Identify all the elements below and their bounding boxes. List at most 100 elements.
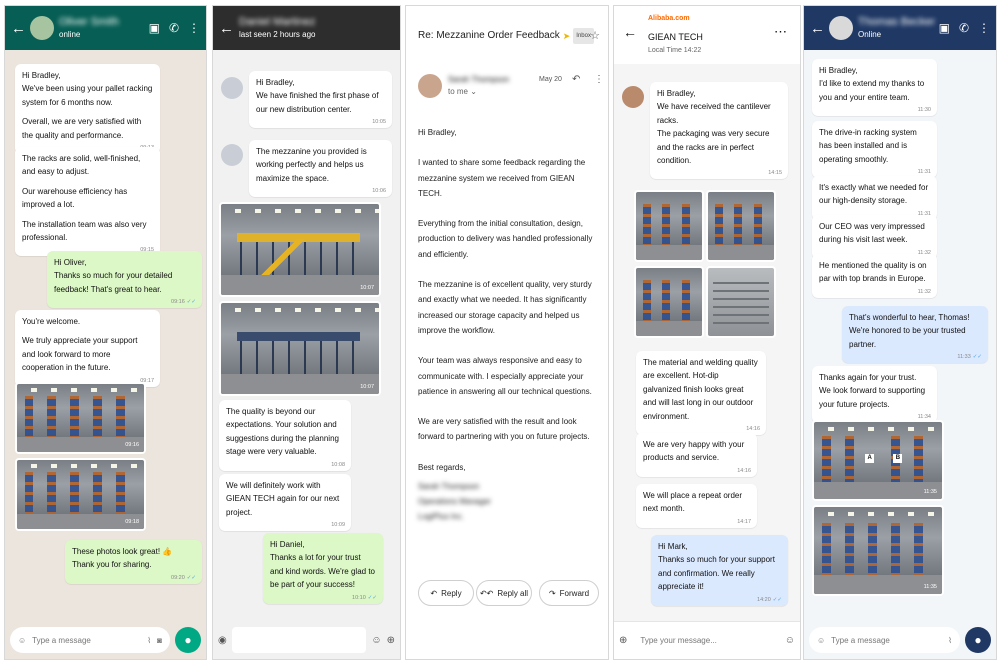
message-bubble-outgoing[interactable]: These photos look great! 👍 Thank you for… [65, 540, 202, 584]
phone-icon[interactable]: ✆ [169, 21, 179, 35]
message-input[interactable] [231, 627, 367, 653]
message-input[interactable]: ☺ Type a message ⌇ ◙ [10, 627, 170, 653]
contact-name: Thomas Becker [858, 16, 936, 28]
message-bubble[interactable]: Our CEO was very impressed during his vi… [812, 215, 937, 259]
message-bubble[interactable]: You're welcome. We truly appreciate your… [15, 310, 160, 387]
message-time: 14:17 [737, 518, 751, 525]
star-icon[interactable]: ☆ [590, 29, 600, 42]
photo-message[interactable]: 09:16 [15, 382, 146, 454]
message-bubble[interactable]: We are very happy with your products and… [636, 433, 757, 477]
photo-message[interactable] [634, 266, 704, 338]
forward-button[interactable]: ↷ Forward [539, 580, 599, 606]
message-bubble[interactable]: We will place a repeat order next month.… [636, 484, 757, 528]
message-input-bar: ☺ Type a message ⌇ ◙ ● [5, 621, 206, 659]
contact-info[interactable]: Thomas Becker Online [858, 16, 935, 40]
reply-button[interactable]: ↶ Reply [418, 580, 474, 606]
sender-avatar[interactable] [622, 86, 644, 108]
mic-icon[interactable]: ◉ [218, 635, 227, 646]
mic-icon: ● [184, 633, 192, 647]
message-text: Our CEO was very impressed during his vi… [819, 222, 925, 245]
reply-all-label: Reply all [497, 588, 529, 598]
sender-info[interactable]: Sarah Thompson to me ⌄ [448, 74, 509, 98]
message-text: Thanks again for your trust. We look for… [819, 373, 926, 409]
message-time: 10:05 [372, 119, 386, 126]
input-placeholder: Type a message [32, 635, 91, 645]
photo-message[interactable] [706, 266, 776, 338]
camera-icon[interactable]: ◙ [157, 636, 162, 645]
message-bubble[interactable]: He mentioned the quality is on par with … [812, 254, 937, 298]
reply-icon[interactable]: ↶ [572, 74, 580, 85]
attach-icon[interactable]: ⌇ [948, 636, 952, 645]
add-icon[interactable]: ⊕ [619, 635, 627, 646]
message-bubble[interactable]: The material and welding quality are exc… [636, 351, 766, 436]
reply-all-button[interactable]: ↶↶ Reply all [476, 580, 532, 606]
more-options-icon[interactable]: ⋯ [774, 24, 788, 40]
photo-message[interactable]: 10:07 [219, 301, 381, 396]
message-text: We truly appreciate your support and loo… [22, 336, 138, 373]
video-call-icon[interactable]: ▣ [149, 21, 160, 35]
photo-message[interactable]: 09:18 [15, 458, 146, 531]
message-bubble[interactable]: It's exactly what we needed for our high… [812, 176, 937, 220]
email-paragraph: I wanted to share some feedback regardin… [418, 158, 586, 198]
phone-icon[interactable]: ✆ [959, 21, 969, 35]
message-input[interactable]: Type your message... [632, 627, 780, 654]
message-bubble[interactable]: Hi Bradley, We've been using your pallet… [15, 64, 160, 155]
message-bubble[interactable]: The quality is beyond our expectations. … [219, 400, 351, 471]
back-arrow-icon[interactable]: ← [623, 24, 637, 40]
message-bubble[interactable]: The mezzanine you provided is working pe… [249, 140, 392, 198]
message-bubble[interactable]: Hi Bradley, We have received the cantile… [650, 82, 788, 180]
message-bubble-outgoing[interactable]: Hi Mark, Thanks so much for your support… [651, 535, 788, 606]
email-paragraph: Everything from the initial consultation… [418, 219, 593, 259]
message-text: Hi Daniel, Thanks a lot for your trust a… [270, 540, 375, 590]
sender-name: Sarah Thompson [448, 75, 510, 84]
contact-info[interactable]: Daniel Martinez last seen 2 hours ago [239, 16, 316, 40]
emoji-icon[interactable]: ☺ [785, 635, 795, 646]
photo-time: 09:18 [125, 519, 139, 525]
more-options-icon[interactable]: ⋮ [978, 21, 990, 35]
more-options-icon[interactable]: ⋮ [188, 21, 200, 35]
avatar[interactable] [30, 16, 54, 40]
message-bubble[interactable]: The drive-in racking system has been ins… [812, 121, 937, 179]
message-bubble-outgoing[interactable]: Hi Daniel, Thanks a lot for your trust a… [263, 533, 383, 604]
emoji-icon[interactable]: ☺ [371, 635, 381, 646]
message-text: Hi Bradley, We have received the cantile… [657, 89, 771, 166]
message-input[interactable]: ☺ Type a message ⌇ [809, 627, 960, 653]
email-date: May 20 [539, 76, 562, 83]
more-options-icon[interactable]: ⋮ [594, 74, 604, 85]
recipient-label: to me [448, 87, 469, 96]
message-bubble[interactable]: Hi Bradley, I'd like to extend my thanks… [812, 59, 937, 117]
local-time: Local Time 14:22 [648, 47, 702, 54]
back-arrow-icon[interactable]: ← [810, 20, 825, 37]
back-arrow-icon[interactable]: ← [11, 20, 26, 37]
message-text: We will place a repeat order next month. [643, 491, 743, 514]
message-bubble[interactable]: Thanks again for your trust. We look for… [812, 366, 937, 424]
message-bubble-outgoing[interactable]: Hi Oliver, Thanks so much for your detai… [47, 251, 202, 309]
emoji-icon[interactable]: ☺ [817, 636, 825, 645]
add-icon[interactable]: ⊕ [387, 635, 395, 646]
contact-info[interactable]: Oliver Smith online [59, 16, 119, 40]
message-bubble[interactable]: Hi Bradley, We have finished the first p… [249, 71, 392, 129]
photo-message[interactable]: 11:35 [812, 505, 944, 596]
photo-message[interactable]: 10:07 [219, 202, 381, 297]
message-bubble[interactable]: The racks are solid, well-finished, and … [15, 147, 160, 257]
message-time: 10:08 [331, 461, 345, 468]
emoji-icon[interactable]: ☺ [18, 636, 26, 645]
back-arrow-icon[interactable]: ← [219, 20, 234, 37]
mic-button[interactable]: ● [965, 627, 991, 653]
video-call-icon[interactable]: ▣ [939, 21, 950, 35]
reply-all-icon: ↶↶ [479, 588, 494, 598]
sender-avatar[interactable] [221, 77, 243, 99]
photo-message[interactable] [706, 190, 776, 262]
sender-avatar[interactable] [221, 144, 243, 166]
message-time: 10:09 [331, 522, 345, 529]
avatar[interactable] [829, 16, 853, 40]
mic-button[interactable]: ● [175, 627, 201, 653]
chat-header: ← Daniel Martinez last seen 2 hours ago [213, 6, 400, 50]
sender-avatar[interactable] [418, 74, 442, 98]
message-bubble[interactable]: We will definitely work with GIEAN TECH … [219, 474, 351, 532]
expand-details-icon[interactable]: ⌄ [470, 87, 477, 96]
photo-message[interactable]: A B 11:35 [812, 420, 944, 501]
photo-message[interactable] [634, 190, 704, 262]
attach-icon[interactable]: ⌇ [147, 636, 151, 645]
message-bubble-outgoing[interactable]: That's wonderful to hear, Thomas! We're … [842, 306, 988, 364]
